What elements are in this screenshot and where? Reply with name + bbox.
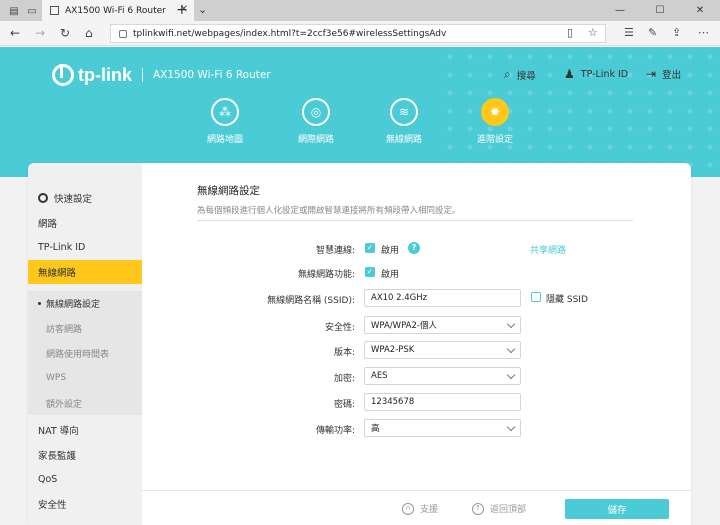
sidebar: 快速設定 網路 TP-Link ID 無線網路 無線網路設定 訪客網路 網路使用… [28, 163, 142, 525]
new-tab-icon[interactable]: + [176, 2, 188, 18]
user-icon: ♟ [564, 67, 575, 81]
arrow-up-icon: ↑ [472, 502, 484, 515]
address-bar-row: ← → ↻ ⌂ tplinkwifi.net/webpages/index.ht… [0, 21, 720, 46]
minimize-icon[interactable]: — [600, 0, 640, 21]
reading-view-icon[interactable]: ▯ [567, 26, 573, 39]
quick-setup-gear-icon [38, 193, 48, 203]
version-select[interactable]: WPA2-PSK [364, 341, 521, 359]
browser-tab-title: AX1500 Wi-Fi 6 Router [65, 5, 166, 16]
more-options-icon[interactable]: ⋯ [698, 26, 709, 39]
router-model: AX1500 Wi-Fi 6 Router [153, 69, 271, 81]
hide-ssid-label: 隱藏 SSID [546, 295, 588, 305]
brand-logo: tp-link AX1500 Wi-Fi 6 Router [52, 64, 271, 86]
tplink-logo-icon [52, 64, 74, 86]
logo-text: tp-link [78, 64, 132, 85]
share-network-link[interactable]: 共享網路 [530, 243, 566, 256]
logout-icon: ⇥ [646, 67, 657, 81]
tplink-id-button[interactable]: ♟ TP-Link ID [564, 67, 628, 81]
section-divider [197, 220, 633, 221]
tab-preview-icon[interactable]: ▭ [24, 3, 40, 19]
back-to-top-button[interactable]: ↑ 返回頂部 [472, 502, 526, 515]
sidebar-item-parental[interactable]: 家長監護 [28, 443, 142, 467]
password-label: 密碼: [333, 400, 355, 410]
wireless-function-checkbox[interactable]: ✓ [365, 267, 375, 277]
url-field[interactable]: tplinkwifi.net/webpages/index.html?t=2cc… [110, 24, 606, 43]
sidebar-subitem-guest-network[interactable]: 訪客網路 [28, 316, 142, 340]
back-icon[interactable]: ← [10, 26, 20, 40]
headset-icon: ∩ [402, 502, 414, 515]
forward-icon[interactable]: → [35, 26, 45, 40]
tx-power-label: 傳輸功率: [315, 426, 355, 436]
globe-icon: ◎ [302, 98, 330, 126]
home-icon[interactable]: ⌂ [85, 26, 93, 40]
help-icon[interactable]: ? [408, 242, 420, 254]
wireless-function-label: 無線網路功能: [297, 270, 355, 280]
notes-pen-icon[interactable]: ✎ [648, 26, 657, 39]
chevron-down-icon [506, 370, 516, 380]
maximize-icon[interactable]: ☐ [640, 0, 680, 21]
chevron-down-icon [506, 344, 516, 354]
page-icon [50, 6, 59, 15]
sidebar-item-wireless[interactable]: 無線網路 [28, 260, 142, 284]
window-menu-icon[interactable]: ▤ [6, 3, 22, 19]
ssid-label: 無線網路名稱 (SSID): [267, 296, 355, 306]
wifi-icon: ≋ [390, 98, 418, 126]
nav-wireless[interactable]: ≋ 無線網路 [374, 98, 434, 145]
url-text: tplinkwifi.net/webpages/index.html?t=2cc… [133, 28, 447, 39]
search-icon: ⌕ [504, 67, 511, 81]
browser-tab[interactable]: AX1500 Wi-Fi 6 Router ✕ [42, 0, 194, 21]
sidebar-item-tplink-id[interactable]: TP-Link ID [28, 235, 142, 259]
logout-button[interactable]: ⇥ 登出 [646, 67, 681, 81]
encryption-label: 加密: [333, 374, 355, 384]
tab-list-chevron-icon[interactable]: ⌄ [198, 3, 207, 16]
sidebar-item-quick-setup[interactable]: 快速設定 [28, 186, 142, 210]
sidebar-subitem-wps[interactable]: WPS [28, 366, 142, 390]
router-header: tp-link AX1500 Wi-Fi 6 Router ⌕ 搜尋 ♟ TP-… [0, 47, 720, 177]
chevron-down-icon [506, 422, 516, 432]
sidebar-subitem-additional[interactable]: 額外設定 [28, 391, 142, 415]
search-button[interactable]: ⌕ 搜尋 [504, 67, 536, 82]
main-panel: 快速設定 網路 TP-Link ID 無線網路 無線網路設定 訪客網路 網路使用… [28, 163, 691, 525]
nav-network-map[interactable]: ⁂ 網路地圖 [195, 98, 255, 145]
settings-content: 無線網路設定 為每個頻段進行個人化設定或開啟智慧連接將所有頻段帶入相同設定。 智… [142, 163, 691, 525]
sidebar-item-network[interactable]: 網路 [28, 211, 142, 235]
network-map-icon: ⁂ [211, 98, 239, 126]
section-title: 無線網路設定 [197, 185, 260, 197]
refresh-icon[interactable]: ↻ [60, 26, 70, 40]
sidebar-subitem-wireless-settings[interactable]: 無線網路設定 [28, 291, 142, 315]
sidebar-item-qos[interactable]: QoS [28, 467, 142, 491]
security-label: 安全性: [324, 323, 355, 333]
info-icon [119, 29, 127, 38]
save-button[interactable]: 儲存 [565, 499, 669, 519]
encryption-select[interactable]: AES [364, 367, 521, 385]
smart-connect-checkbox[interactable]: ✓ [365, 243, 375, 253]
hide-ssid-checkbox[interactable] [531, 292, 541, 302]
sidebar-subitem-schedule[interactable]: 網路使用時間表 [28, 341, 142, 365]
smart-connect-label: 智慧連線: [315, 246, 355, 256]
chevron-down-icon [506, 319, 516, 329]
password-input[interactable]: 12345678 [364, 393, 521, 411]
sidebar-item-nat[interactable]: NAT 導向 [28, 418, 142, 442]
tx-power-select[interactable]: 高 [364, 419, 521, 437]
sidebar-item-security[interactable]: 安全性 [28, 492, 142, 516]
close-window-icon[interactable]: ✕ [680, 0, 720, 21]
favorite-star-icon[interactable]: ☆ [588, 26, 598, 39]
sidebar-submenu: 無線網路設定 訪客網路 網路使用時間表 WPS 額外設定 [28, 291, 142, 415]
favorites-hub-icon[interactable]: ☰ [624, 26, 634, 39]
ssid-input[interactable]: AX10 2.4GHz [364, 289, 521, 307]
nav-internet[interactable]: ◎ 網際網路 [286, 98, 346, 145]
nav-advanced[interactable]: ✹ 進階設定 [465, 98, 525, 145]
version-label: 版本: [333, 348, 355, 358]
section-description: 為每個頻段進行個人化設定或開啟智慧連接將所有頻段帶入相同設定。 [197, 206, 461, 216]
gear-icon: ✹ [481, 98, 509, 126]
support-button[interactable]: ∩ 支援 [402, 502, 438, 515]
share-icon[interactable]: ⇪ [672, 26, 681, 39]
security-select[interactable]: WPA/WPA2-個人 [364, 316, 521, 334]
footer-bar: ∩ 支援 ↑ 返回頂部 儲存 [142, 490, 691, 525]
